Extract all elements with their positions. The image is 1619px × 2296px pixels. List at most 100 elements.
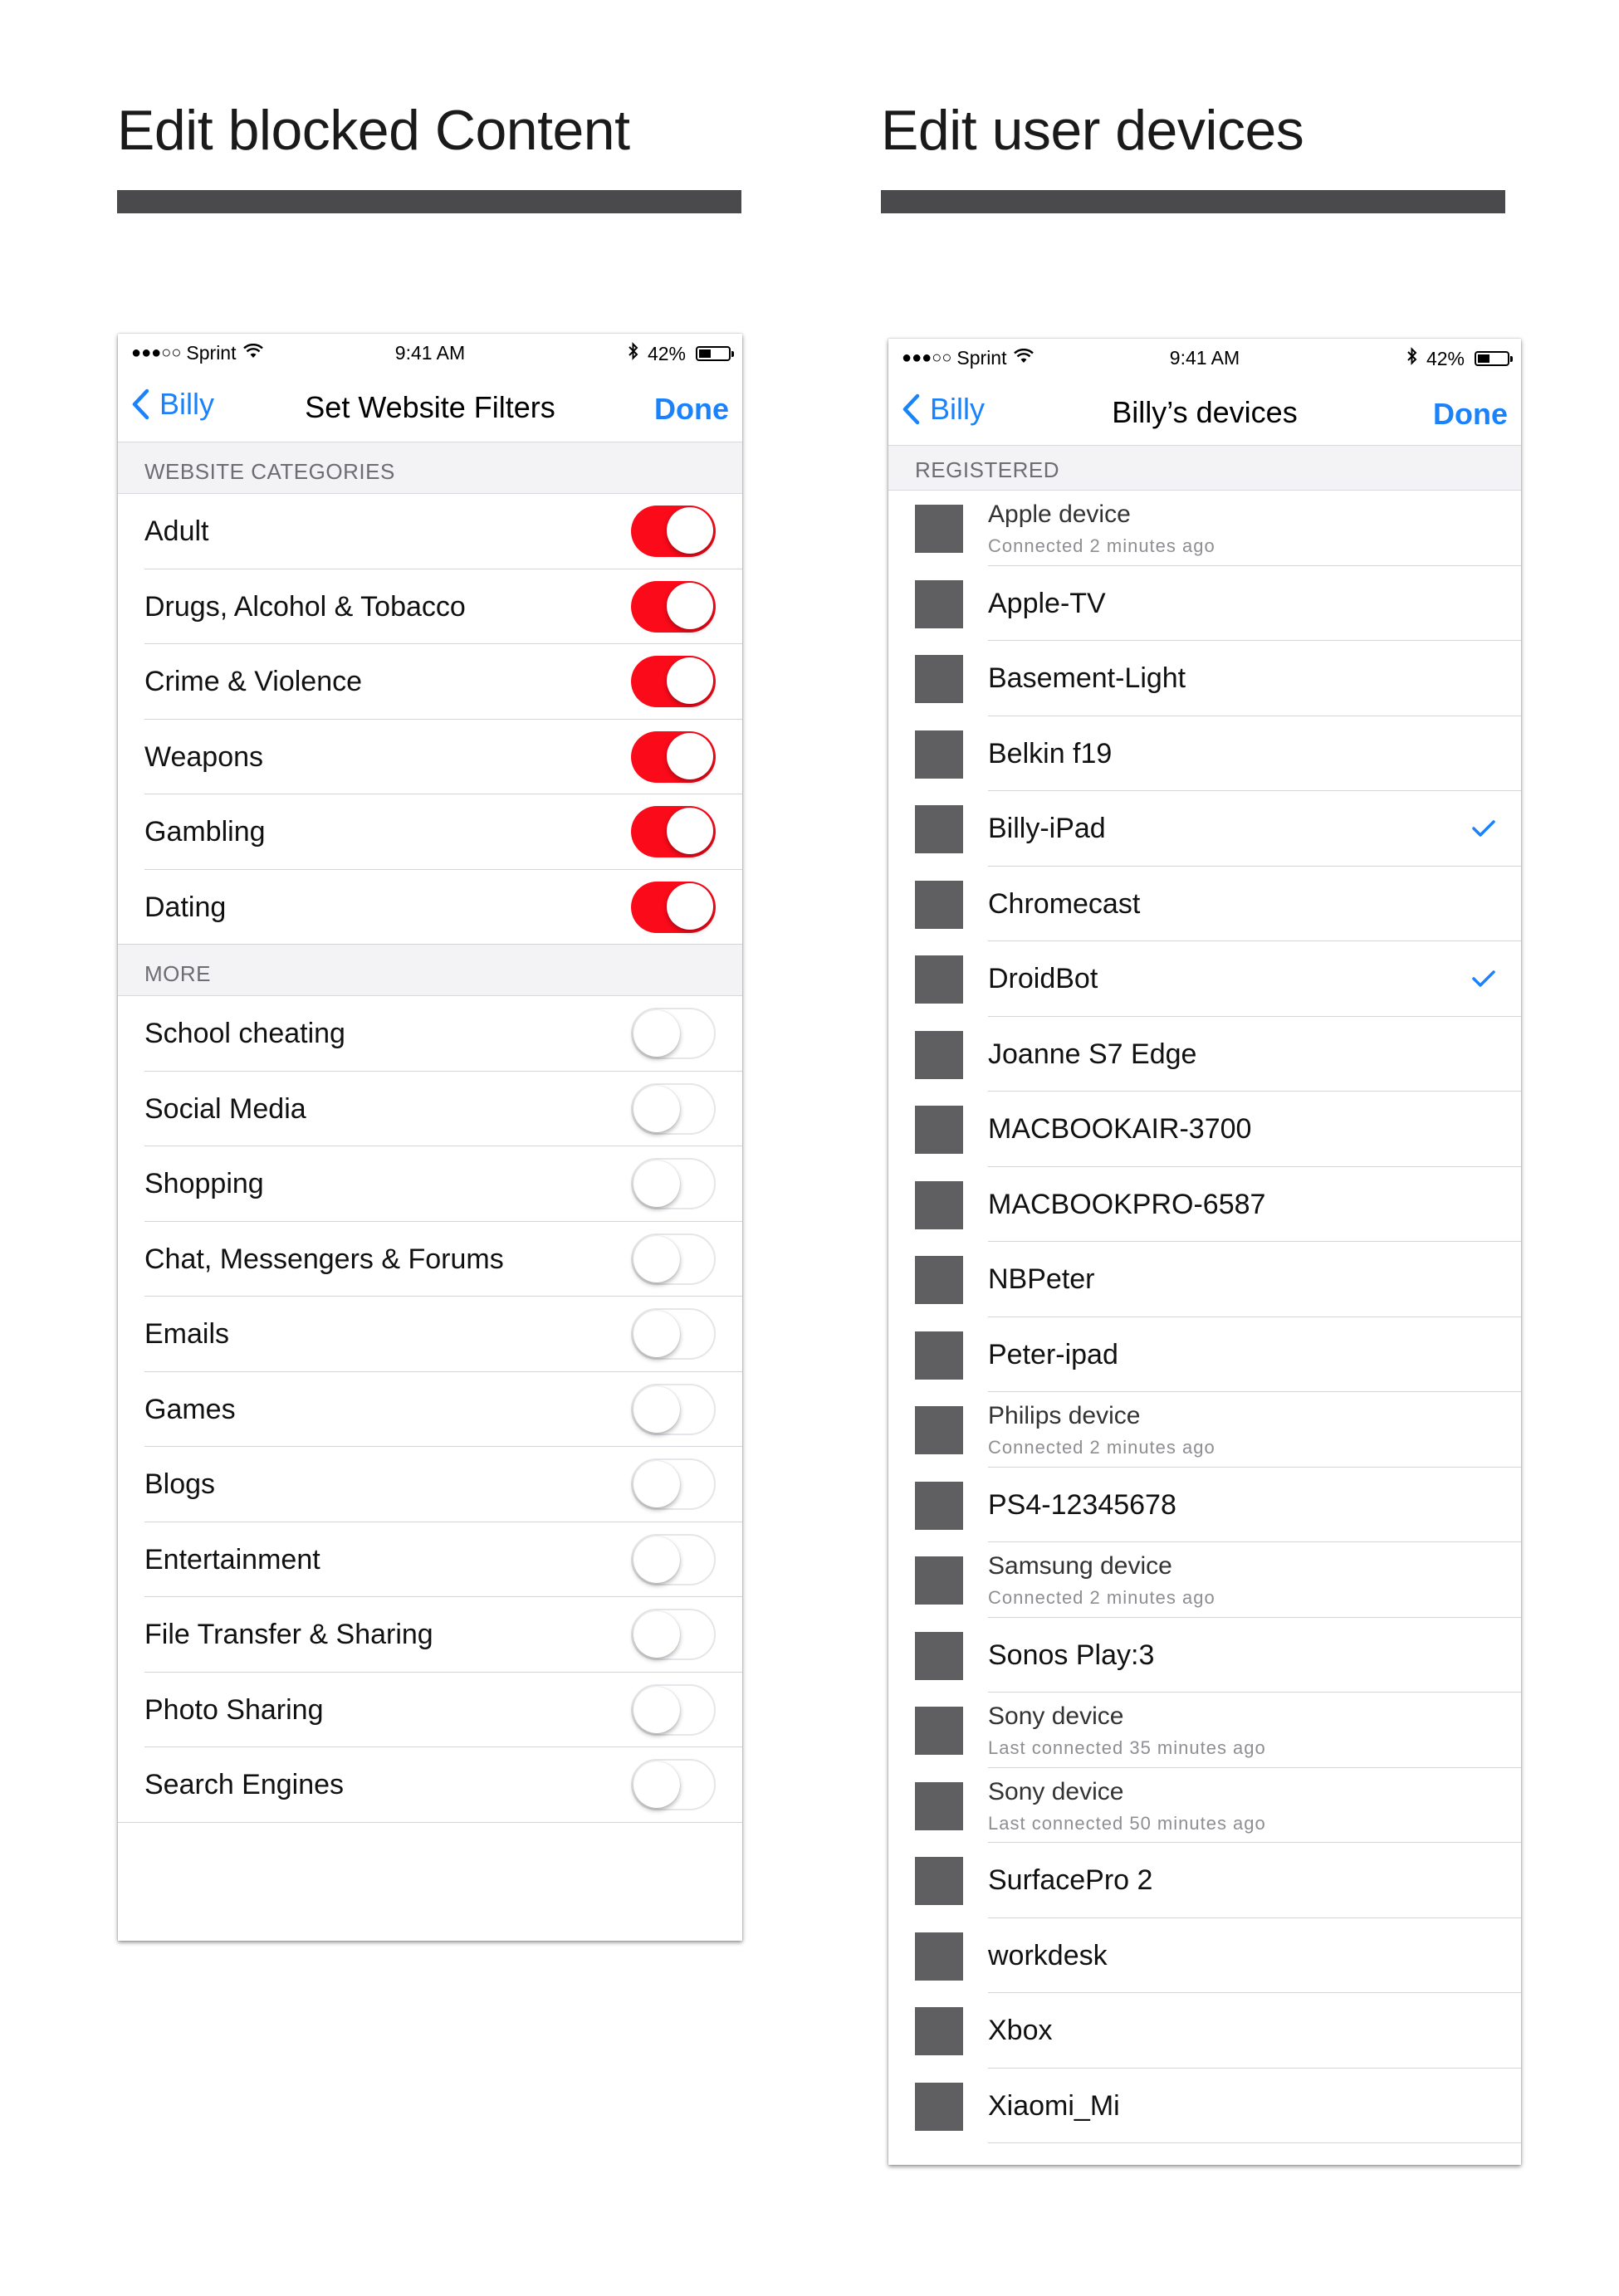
filter-label: Entertainment — [144, 1543, 320, 1575]
device-icon — [915, 1030, 963, 1079]
row-separator — [988, 2142, 1521, 2143]
filters-screen: ●●●○○ Sprint 9:41 AM 42% Billy Set Websi… — [118, 334, 742, 1941]
device-icon — [915, 730, 963, 779]
section-header-website-categories: WEBSITE CATEGORIES — [118, 442, 742, 494]
device-row-macbookpro-6587[interactable]: MACBOOKPRO-6587 — [888, 1167, 1521, 1242]
filter-row-drugs-alcohol-tobacco: Drugs, Alcohol & Tobacco — [118, 569, 742, 644]
device-row-sonos-play-3[interactable]: Sonos Play:3 — [888, 1618, 1521, 1693]
heading-edit-user-devices: Edit user devices — [881, 99, 1304, 162]
toggle-knob — [633, 1536, 680, 1583]
toggle-knob — [633, 1686, 680, 1733]
device-row-apple-tv[interactable]: Apple-TV — [888, 566, 1521, 641]
device-row-chromecast[interactable]: Chromecast — [888, 867, 1521, 941]
filter-row-games: Games — [118, 1372, 742, 1447]
device-icon — [915, 579, 963, 628]
filter-row-crime-violence: Crime & Violence — [118, 644, 742, 720]
battery-percent: 42% — [1426, 347, 1465, 369]
device-name: Apple device — [988, 501, 1131, 528]
device-row-ps4-12345678[interactable]: PS4-12345678 — [888, 1468, 1521, 1542]
device-name: Sonos Play:3 — [988, 1639, 1155, 1671]
device-row-philips-device[interactable]: Philips device Connected 2 minutes ago — [888, 1392, 1521, 1468]
filter-toggle-gambling[interactable] — [631, 806, 716, 857]
filter-toggle-chat-messengers-forums[interactable] — [631, 1233, 716, 1285]
device-row-samsung-device[interactable]: Samsung device Connected 2 minutes ago — [888, 1542, 1521, 1618]
device-row-joanne-s7-edge[interactable]: Joanne S7 Edge — [888, 1017, 1521, 1092]
device-name: Xiaomi_Mi — [988, 2089, 1120, 2122]
filter-toggle-photo-sharing[interactable] — [631, 1683, 716, 1736]
device-row-basement-light[interactable]: Basement-Light — [888, 641, 1521, 716]
toggle-knob — [633, 1235, 680, 1282]
device-connection-status: Connected 2 minutes ago — [988, 535, 1215, 556]
filter-toggle-search-engines[interactable] — [631, 1759, 716, 1810]
nav-title: Set Website Filters — [305, 390, 555, 424]
filter-row-chat-messengers-forums: Chat, Messengers & Forums — [118, 1222, 742, 1297]
device-row-peter-ipad[interactable]: Peter-ipad — [888, 1317, 1521, 1392]
device-name: Chromecast — [988, 887, 1141, 920]
filter-toggle-shopping[interactable] — [631, 1158, 716, 1209]
done-button[interactable]: Done — [1433, 397, 1508, 432]
toggle-knob — [667, 657, 713, 704]
device-icon — [915, 805, 963, 853]
device-row-sony-device[interactable]: Sony device Last connected 35 minutes ago — [888, 1693, 1521, 1768]
filter-toggle-school-cheating[interactable] — [631, 1008, 716, 1059]
toggle-knob — [633, 1461, 680, 1507]
filter-row-blogs: Blogs — [118, 1447, 742, 1522]
device-icon — [915, 1932, 963, 1981]
filter-toggle-games[interactable] — [631, 1383, 716, 1435]
device-row-droidbot[interactable]: DroidBot — [888, 941, 1521, 1017]
device-row-xbox[interactable]: Xbox — [888, 1993, 1521, 2069]
device-name: Peter-ipad — [988, 1338, 1118, 1370]
filter-toggle-blogs[interactable] — [631, 1458, 716, 1510]
toggle-knob — [667, 808, 713, 854]
filter-label: Gambling — [144, 816, 266, 848]
filter-toggle-dating[interactable] — [631, 881, 716, 933]
toggle-knob — [633, 1160, 680, 1207]
devices-list: Apple device Connected 2 minutes ago Apple… — [888, 491, 1521, 2143]
heading-underline-left — [117, 190, 741, 213]
device-icon — [915, 655, 963, 703]
filter-row-photo-sharing: Photo Sharing — [118, 1673, 742, 1747]
nav-title: Billy’s devices — [1112, 395, 1298, 429]
device-row-sony-device[interactable]: Sony device Last connected 50 minutes ago — [888, 1768, 1521, 1843]
device-icon — [915, 1180, 963, 1229]
filter-toggle-drugs-alcohol-tobacco[interactable] — [631, 580, 716, 633]
device-icon — [915, 1631, 963, 1680]
device-name: Apple-TV — [988, 587, 1106, 619]
device-row-nbpeter[interactable]: NBPeter — [888, 1242, 1521, 1317]
device-connection-status: Last connected 35 minutes ago — [988, 1737, 1266, 1758]
device-icon — [915, 1406, 963, 1454]
status-bar: ●●●○○ Sprint 9:41 AM 42% — [118, 334, 742, 372]
filter-toggle-emails[interactable] — [631, 1308, 716, 1360]
filter-row-gambling: Gambling — [118, 794, 742, 870]
device-row-surfacepro-2[interactable]: SurfacePro 2 — [888, 1843, 1521, 1918]
filter-toggle-weapons[interactable] — [631, 730, 716, 783]
filter-toggle-social-media[interactable] — [631, 1082, 716, 1135]
toggle-knob — [667, 507, 713, 554]
filter-label: Social Media — [144, 1092, 306, 1125]
device-row-billy-ipad[interactable]: Billy-iPad — [888, 791, 1521, 867]
device-name: Billy-iPad — [988, 813, 1106, 844]
device-row-xiaomi-mi[interactable]: Xiaomi_Mi — [888, 2069, 1521, 2143]
filter-row-social-media: Social Media — [118, 1072, 742, 1146]
filter-toggle-entertainment[interactable] — [631, 1533, 716, 1585]
filter-toggle-crime-violence[interactable] — [631, 656, 716, 707]
device-name: NBPeter — [988, 1263, 1095, 1295]
device-row-macbookair-3700[interactable]: MACBOOKAIR-3700 — [888, 1092, 1521, 1167]
device-row-apple-device[interactable]: Apple device Connected 2 minutes ago — [888, 491, 1521, 566]
toggle-knob — [667, 882, 713, 930]
section-header-more: MORE — [118, 945, 742, 996]
done-button[interactable]: Done — [654, 392, 729, 427]
filter-toggle-adult[interactable] — [631, 506, 716, 557]
filter-label: File Transfer & Sharing — [144, 1619, 433, 1650]
device-name: Philips device — [988, 1402, 1141, 1429]
device-row-belkin-f19[interactable]: Belkin f19 — [888, 716, 1521, 791]
device-icon — [915, 2007, 963, 2055]
filter-label: Chat, Messengers & Forums — [144, 1243, 504, 1275]
filter-toggle-file-transfer-sharing[interactable] — [631, 1609, 716, 1660]
toggle-knob — [633, 1611, 680, 1658]
device-row-workdesk[interactable]: workdesk — [888, 1918, 1521, 1993]
filter-label: Weapons — [144, 740, 264, 773]
device-name: DroidBot — [988, 963, 1098, 994]
device-icon — [915, 1707, 963, 1755]
battery-icon — [1475, 351, 1513, 366]
